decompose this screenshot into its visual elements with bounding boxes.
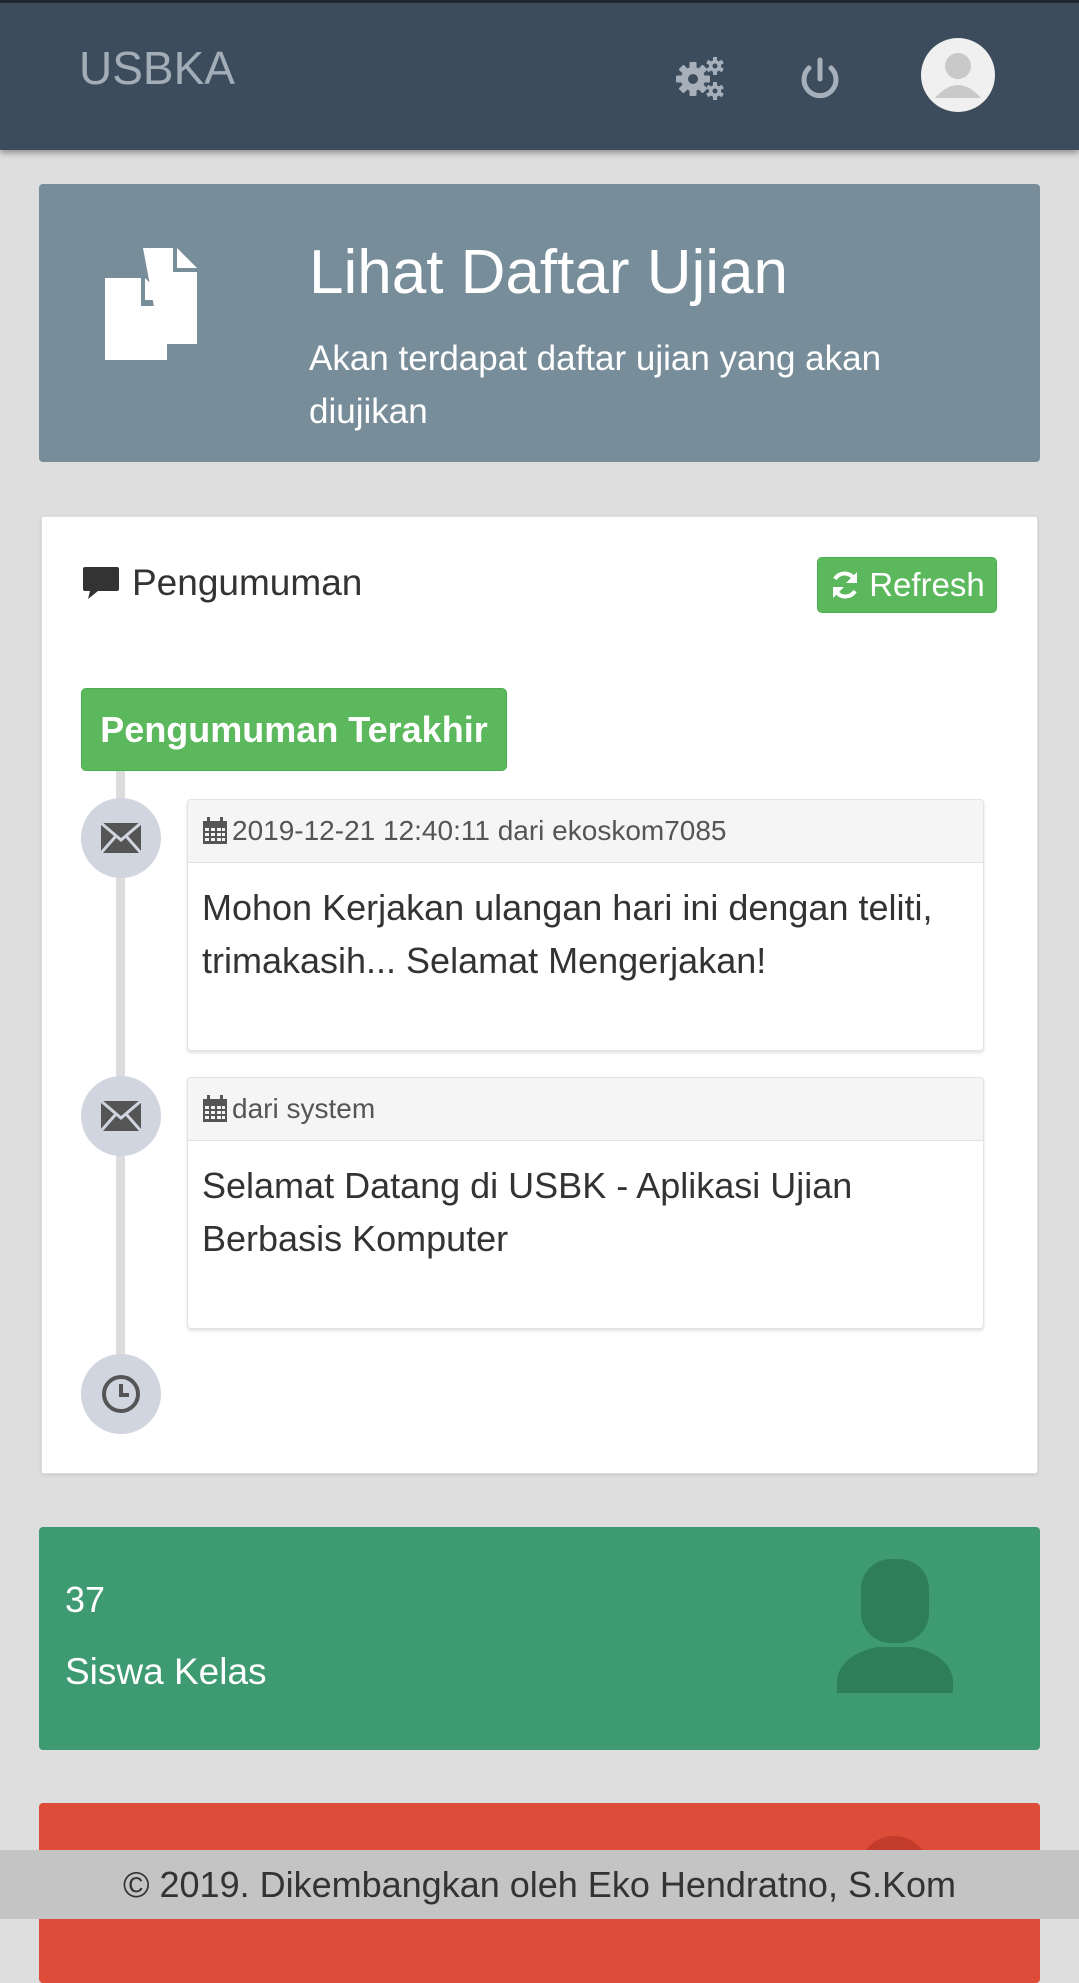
refresh-button[interactable]: Refresh: [817, 557, 997, 613]
power-icon[interactable]: [792, 51, 848, 107]
panel-title: Pengumuman: [132, 562, 363, 603]
announcement-meta-text: dari system: [232, 1093, 376, 1124]
clock-icon: [81, 1354, 161, 1434]
view-exams-banner[interactable]: Lihat Daftar Ujian Akan terdapat daftar …: [39, 184, 1040, 462]
announcement-meta: 2019-12-21 12:40:11 dari ekoskom7085: [188, 800, 983, 863]
banner-subtitle: Akan terdapat daftar ujian yang akan diu…: [309, 339, 882, 431]
avatar-icon[interactable]: [921, 38, 995, 112]
envelope-icon: [81, 798, 161, 878]
calendar-icon: [203, 1095, 227, 1122]
announcements-panel: Pengumuman Refresh Pengumuman Terakhir 2…: [41, 516, 1038, 1474]
banner-title: Lihat Daftar Ujian: [309, 238, 789, 307]
top-navbar: USBKA: [0, 0, 1079, 150]
envelope-icon: [81, 1076, 161, 1156]
footer-text: © 2019. Dikembangkan oleh Eko Hendratno,…: [122, 1863, 956, 1905]
refresh-label: Refresh: [869, 566, 985, 603]
announcement-body: Selamat Datang di USBK - Aplikasi Ujian …: [202, 1165, 853, 1259]
timeline-label: Pengumuman Terakhir: [81, 688, 507, 771]
files-icon: [101, 244, 221, 364]
announcement-item: 2019-12-21 12:40:11 dari ekoskom7085 Moh…: [187, 799, 984, 1051]
announcement-body: Mohon Kerjakan ulangan hari ini dengan t…: [202, 887, 933, 981]
user-icon: [827, 1559, 963, 1695]
announcement-meta-text: 2019-12-21 12:40:11 dari ekoskom7085: [232, 815, 727, 846]
students-stat-box[interactable]: 37 Siswa Kelas: [39, 1527, 1040, 1750]
announcement-meta: dari system: [188, 1078, 983, 1141]
gears-icon[interactable]: [672, 49, 728, 105]
brand-logo[interactable]: USBKA: [79, 41, 235, 95]
comment-icon: [83, 567, 119, 599]
refresh-icon: [833, 571, 858, 599]
stat-value: 37: [65, 1579, 106, 1620]
footer: © 2019. Dikembangkan oleh Eko Hendratno,…: [0, 1850, 1079, 1919]
calendar-icon: [203, 817, 227, 844]
stat-label: Siswa Kelas: [65, 1651, 267, 1692]
announcement-item: dari system Selamat Datang di USBK - Apl…: [187, 1077, 984, 1329]
panel-heading: Pengumuman: [82, 562, 362, 604]
